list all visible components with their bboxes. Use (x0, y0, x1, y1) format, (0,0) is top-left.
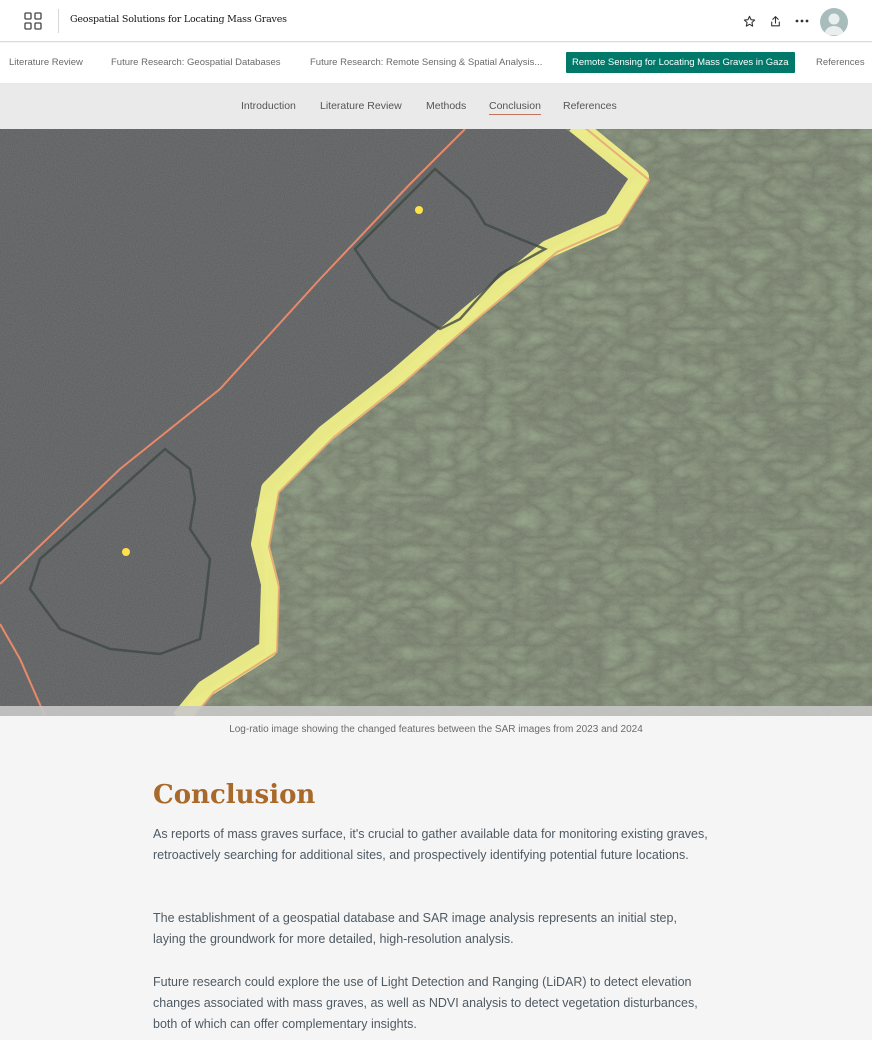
share-icon[interactable] (766, 12, 784, 30)
more-options-icon[interactable] (793, 12, 811, 30)
conclusion-heading: Conclusion (153, 780, 316, 810)
story-tab-references[interactable]: References (816, 57, 865, 68)
story-header: Geospatial Solutions for Locating Mass G… (0, 0, 872, 42)
nav-conclusion[interactable]: Conclusion (489, 100, 541, 115)
section-nav: Introduction Literature Review Methods C… (0, 84, 872, 129)
user-avatar-icon[interactable] (820, 8, 848, 36)
map-caption: Log-ratio image showing the changed feat… (229, 724, 643, 735)
conclusion-paragraph-2: The establishment of a geospatial databa… (153, 911, 677, 946)
apps-grid-icon[interactable] (24, 12, 42, 30)
nav-references[interactable]: References (563, 100, 617, 112)
story-tabs: Literature Review Future Research: Geosp… (0, 43, 872, 84)
story-tab-remote-sensing-spatial-analysis[interactable]: Future Research: Remote Sensing & Spatia… (310, 57, 542, 68)
story-title: Geospatial Solutions for Locating Mass G… (70, 14, 287, 25)
story-tab-remote-sensing-gaza[interactable]: Remote Sensing for Locating Mass Graves … (566, 52, 795, 73)
conclusion-paragraph-3: Future research could explore the use of… (153, 975, 698, 1031)
conclusion-paragraph-1: As reports of mass graves surface, it's … (153, 827, 708, 862)
sar-log-ratio-map[interactable] (0, 129, 872, 716)
story-tab-literature-review[interactable]: Literature Review (9, 57, 83, 68)
nav-introduction[interactable]: Introduction (241, 100, 296, 112)
map-caption-bar (0, 706, 872, 716)
header-divider (58, 9, 59, 33)
nav-methods[interactable]: Methods (426, 100, 466, 112)
nav-literature-review[interactable]: Literature Review (320, 100, 402, 112)
story-tab-geospatial-databases[interactable]: Future Research: Geospatial Databases (111, 57, 281, 68)
favorite-star-icon[interactable] (740, 12, 758, 30)
